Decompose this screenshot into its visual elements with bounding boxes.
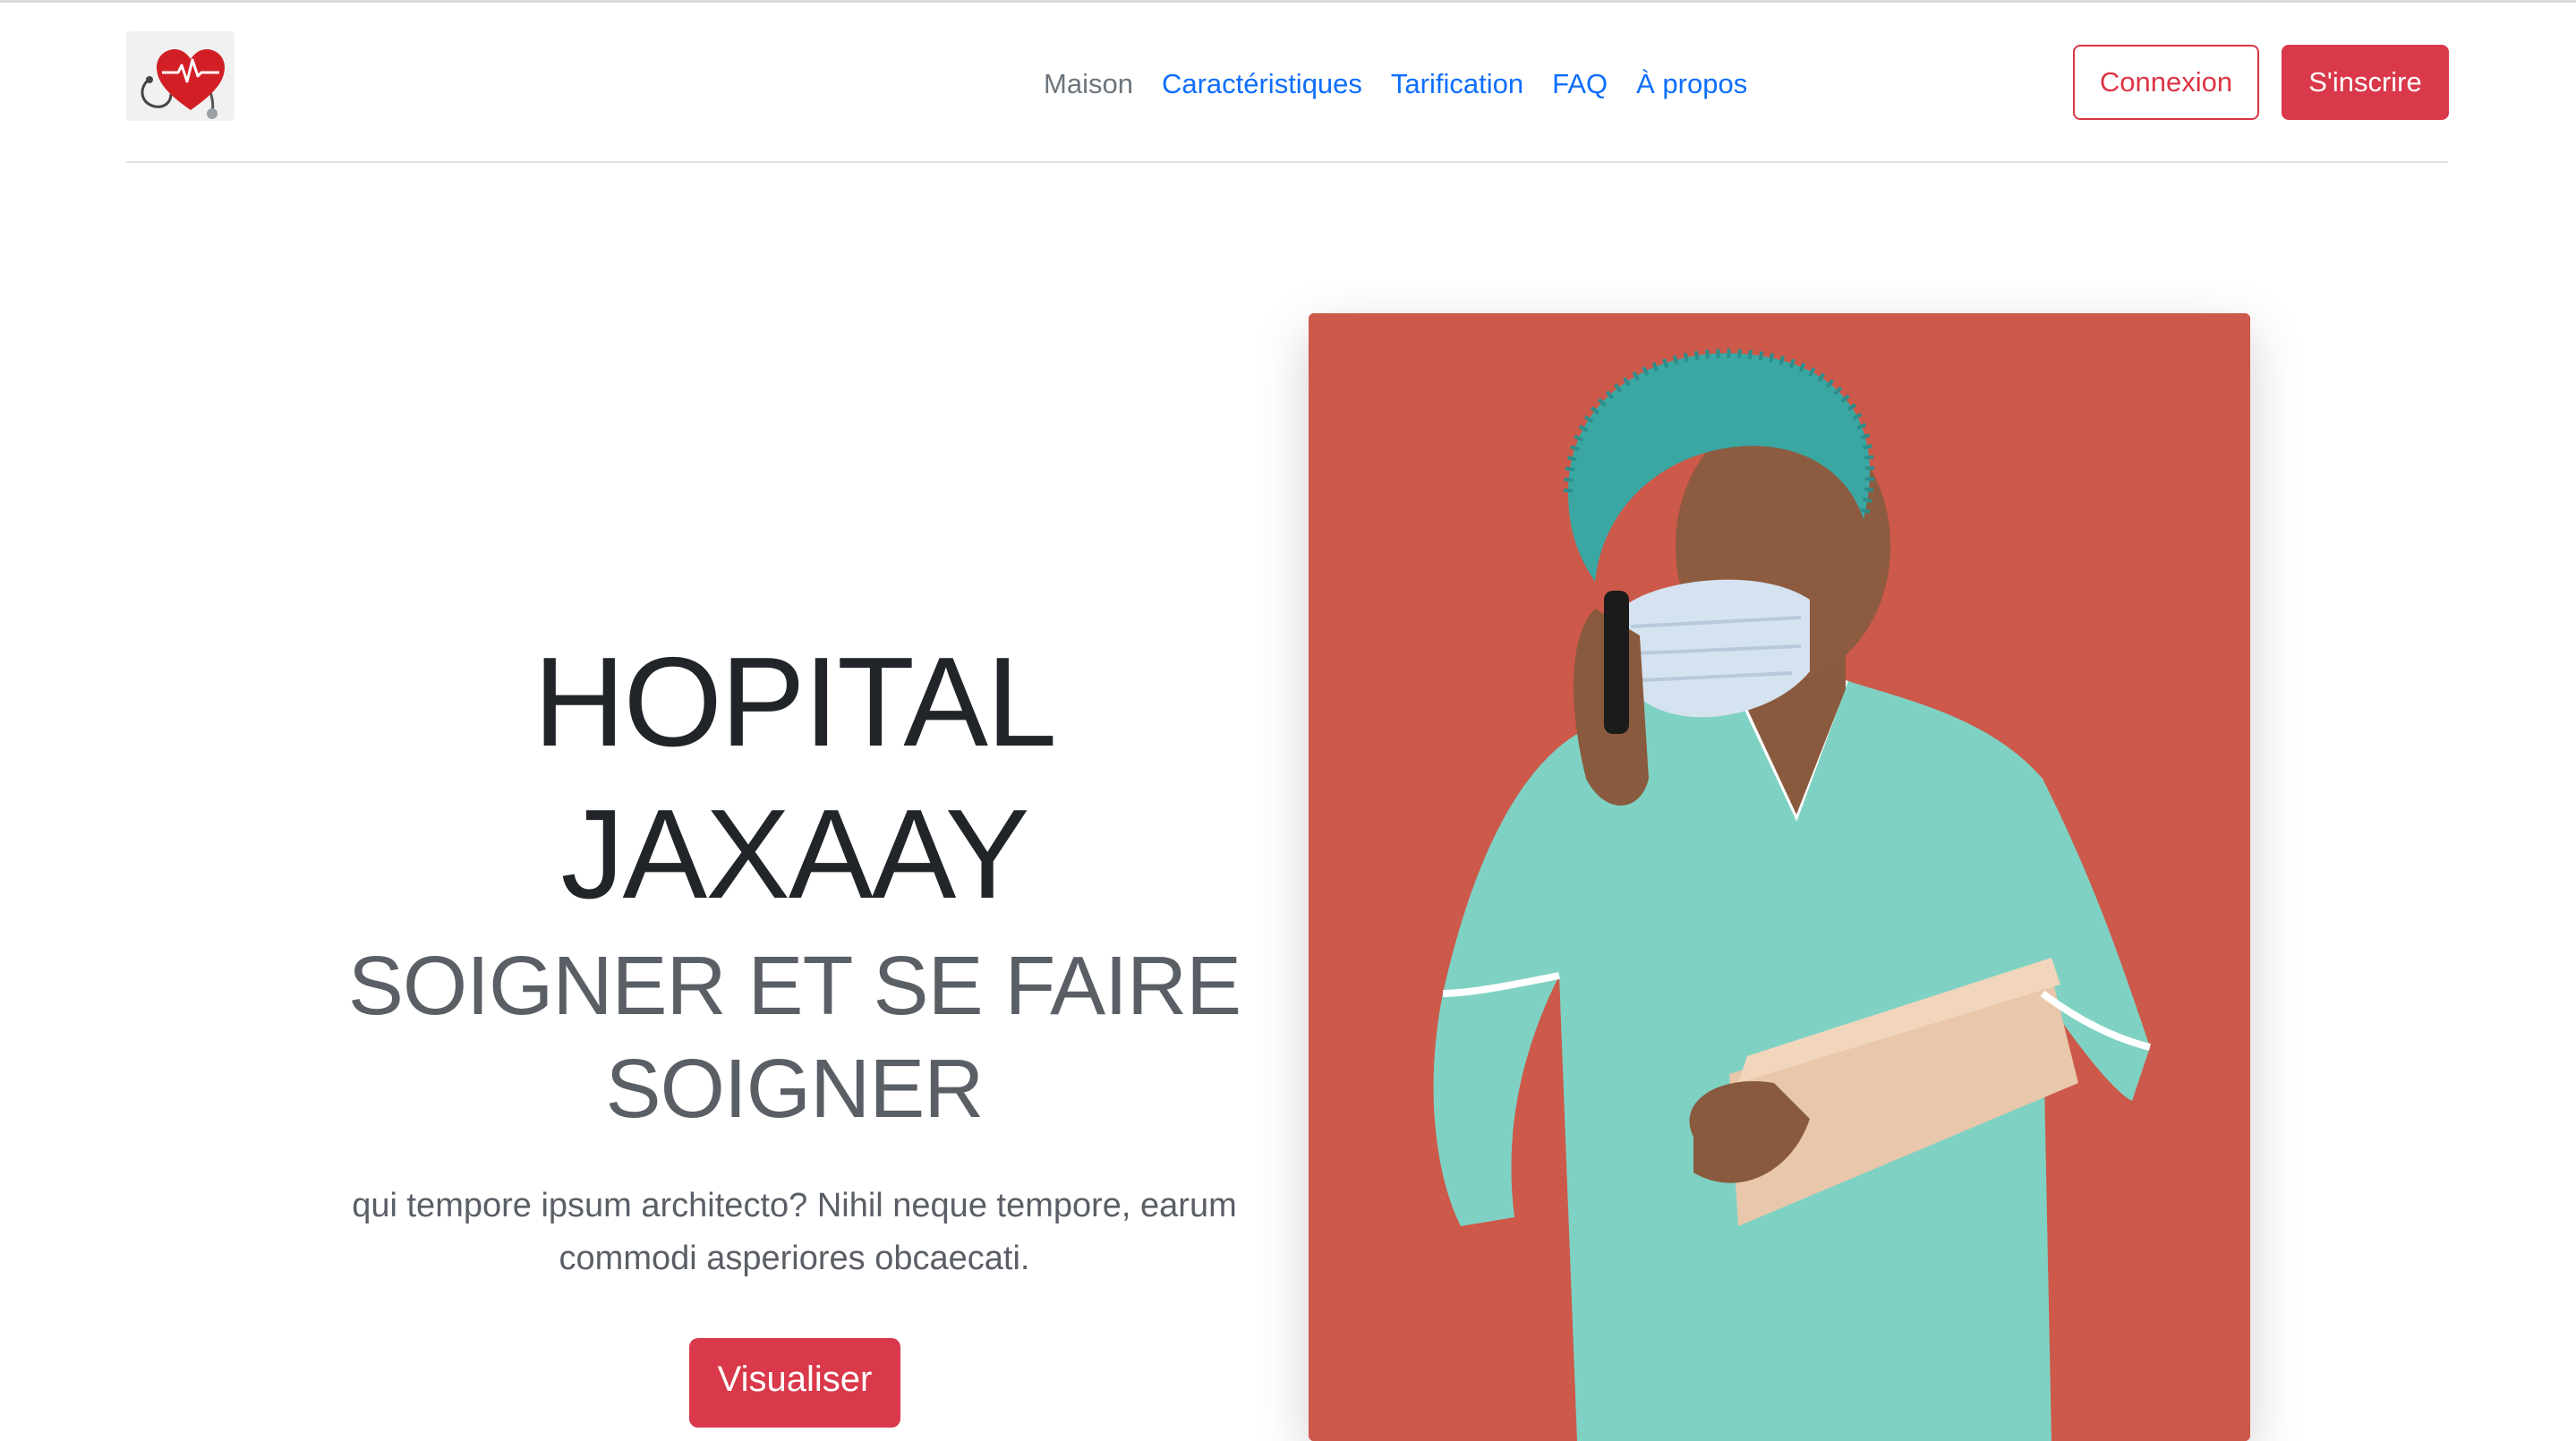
visualiser-button[interactable]: Visualiser bbox=[689, 1338, 900, 1428]
hero-description: qui tempore ipsum architecto? Nihil nequ… bbox=[352, 1187, 1237, 1277]
nav-item-caracteristiques[interactable]: Caractéristiques bbox=[1147, 64, 1377, 104]
hero-subtitle: SOIGNER ET SE FAIRE SOIGNER bbox=[347, 939, 1241, 1135]
nav-item-a-propos[interactable]: À propos bbox=[1622, 64, 1761, 104]
site-header: Maison Caractéristiques Tarification FAQ… bbox=[126, 0, 2449, 163]
nurse-photo-illustration bbox=[1309, 313, 2250, 1441]
main-nav: Maison Caractéristiques Tarification FAQ… bbox=[1029, 64, 1761, 104]
hero-title: HOPITAL JAXAAY bbox=[533, 631, 1057, 925]
nav-item-maison[interactable]: Maison bbox=[1029, 64, 1147, 104]
nav-item-tarification[interactable]: Tarification bbox=[1377, 64, 1538, 104]
nav-item-faq[interactable]: FAQ bbox=[1538, 64, 1622, 104]
signup-button[interactable]: S'inscrire bbox=[2282, 45, 2449, 120]
login-button[interactable]: Connexion bbox=[2073, 45, 2259, 120]
hospital-logo[interactable] bbox=[126, 31, 235, 121]
hero-section: HOPITAL JAXAAY SOIGNER ET SE FAIRE SOIGN… bbox=[295, 627, 1293, 1285]
hero-image bbox=[1309, 313, 2250, 1441]
heart-stethoscope-icon bbox=[141, 49, 225, 119]
